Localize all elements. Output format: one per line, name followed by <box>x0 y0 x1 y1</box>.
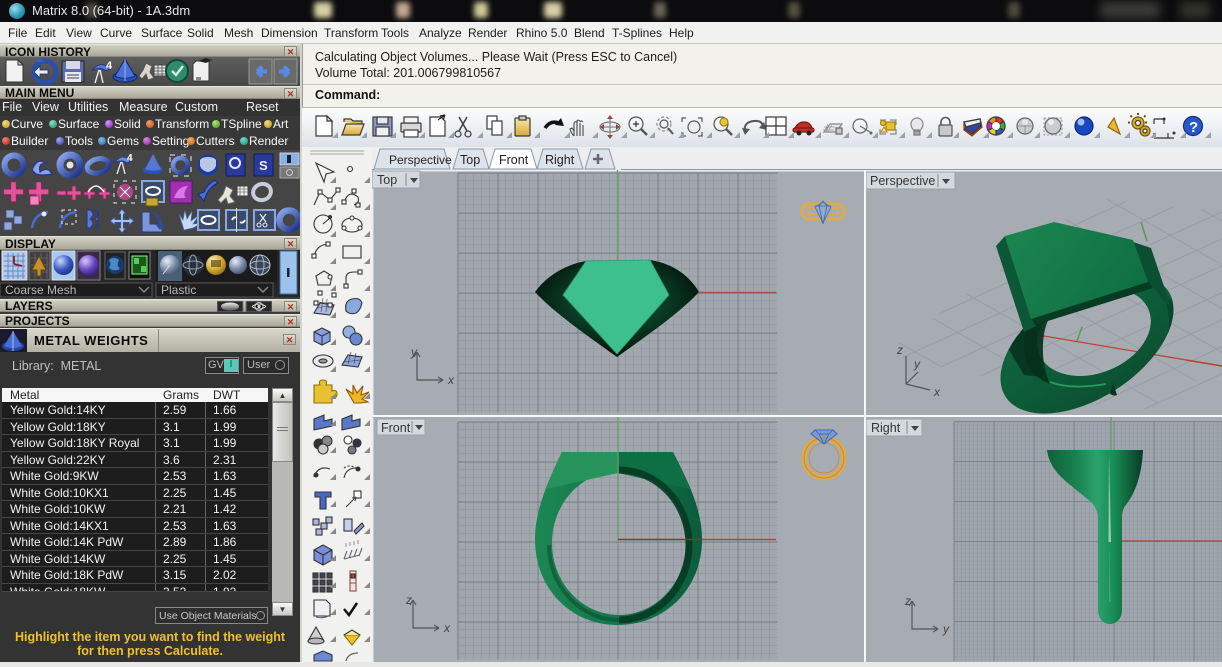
svg-text:?: ? <box>1189 119 1198 136</box>
svg-text:Top: Top <box>460 153 480 167</box>
svg-text:4: 4 <box>127 153 133 164</box>
svg-text:y: y <box>410 345 418 359</box>
svg-text:Front: Front <box>499 153 529 167</box>
svg-text:y: y <box>913 357 921 371</box>
svg-text:Coarse Mesh: Coarse Mesh <box>5 283 76 297</box>
svg-text:x: x <box>443 621 451 635</box>
svg-text:z: z <box>405 593 412 607</box>
svg-text:x: x <box>447 373 455 387</box>
svg-text:z: z <box>904 594 911 608</box>
svg-text:4: 4 <box>106 60 113 72</box>
svg-text:z: z <box>896 343 903 357</box>
svg-text:Front: Front <box>381 421 411 435</box>
svg-text:Perspective: Perspective <box>870 174 935 188</box>
svg-text:Right: Right <box>545 153 575 167</box>
svg-text:S: S <box>259 158 268 173</box>
svg-text:Perspective: Perspective <box>389 153 452 167</box>
svg-text:Right: Right <box>871 421 901 435</box>
svg-text:x: x <box>933 385 941 399</box>
svg-text:Top: Top <box>377 173 397 187</box>
svg-text:y: y <box>942 622 950 636</box>
svg-text:Plastic: Plastic <box>161 283 196 297</box>
